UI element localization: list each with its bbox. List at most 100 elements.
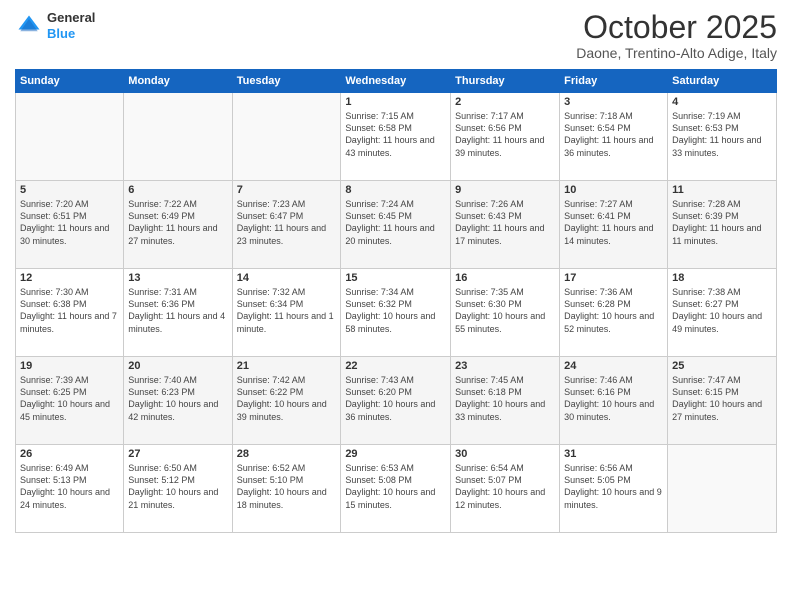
table-row: 30 Sunrise: 6:54 AM Sunset: 5:07 PM Dayli… [451,445,560,533]
header-thursday: Thursday [451,70,560,93]
week-row-4: 26 Sunrise: 6:49 AM Sunset: 5:13 PM Dayli… [16,445,777,533]
table-row: 6 Sunrise: 7:22 AM Sunset: 6:49 PM Daylig… [124,181,232,269]
table-row: 18 Sunrise: 7:38 AM Sunset: 6:27 PM Dayli… [668,269,777,357]
week-row-3: 19 Sunrise: 7:39 AM Sunset: 6:25 PM Dayli… [16,357,777,445]
table-row: 28 Sunrise: 6:52 AM Sunset: 5:10 PM Dayli… [232,445,341,533]
day-number: 6 [128,184,227,196]
header-saturday: Saturday [668,70,777,93]
calendar-table: Sunday Monday Tuesday Wednesday Thursday… [15,69,777,533]
table-row: 21Sunrise: 7:42 AM Sunset: 6:22 PM Dayli… [232,357,341,445]
day-info: Sunrise: 7:45 AM Sunset: 6:18 PM Dayligh… [455,374,555,423]
table-row: 2 Sunrise: 7:17 AM Sunset: 6:56 PM Daylig… [451,93,560,181]
day-number: 30 [455,448,555,460]
day-number: 18 [672,272,772,284]
day-info: Sunrise: 7:47 AM Sunset: 6:15 PM Dayligh… [672,374,772,423]
header-sunday: Sunday [16,70,124,93]
table-row: 26 Sunrise: 6:49 AM Sunset: 5:13 PM Dayli… [16,445,124,533]
day-number: 28 [237,448,337,460]
day-info: Sunrise: 7:20 AM Sunset: 6:51 PM Dayligh… [20,198,119,247]
day-number: 5 [20,184,119,196]
day-number: 10 [564,184,663,196]
day-number: 13 [128,272,227,284]
day-info: Sunrise: 7:18 AM Sunset: 6:54 PM Dayligh… [564,110,663,159]
table-row: 22 Sunrise: 7:43 AM Sunset: 6:20 PM Dayli… [341,357,451,445]
day-info: Sunrise: 7:36 AM Sunset: 6:28 PM Dayligh… [564,286,663,335]
day-number: 12 [20,272,119,284]
header-friday: Friday [560,70,668,93]
day-info: Sunrise: 7:17 AM Sunset: 6:56 PM Dayligh… [455,110,555,159]
day-number: 1 [345,96,446,108]
day-info: Sunrise: 7:23 AM Sunset: 6:47 PM Dayligh… [237,198,337,247]
header-tuesday: Tuesday [232,70,341,93]
table-row: 4Sunrise: 7:19 AM Sunset: 6:53 PM Daylig… [668,93,777,181]
logo: General Blue [15,10,95,41]
day-number: 4 [672,96,772,108]
table-row: 14Sunrise: 7:32 AM Sunset: 6:34 PM Dayli… [232,269,341,357]
table-row: 15Sunrise: 7:34 AM Sunset: 6:32 PM Dayli… [341,269,451,357]
table-row: 20Sunrise: 7:40 AM Sunset: 6:23 PM Dayli… [124,357,232,445]
title-block: October 2025 Daone, Trentino-Alto Adige,… [576,10,777,61]
day-info: Sunrise: 6:50 AM Sunset: 5:12 PM Dayligh… [128,462,227,511]
table-row: 8 Sunrise: 7:24 AM Sunset: 6:45 PM Daylig… [341,181,451,269]
day-info: Sunrise: 7:43 AM Sunset: 6:20 PM Dayligh… [345,374,446,423]
day-info: Sunrise: 7:15 AM Sunset: 6:58 PM Dayligh… [345,110,446,159]
day-number: 25 [672,360,772,372]
day-info: Sunrise: 7:38 AM Sunset: 6:27 PM Dayligh… [672,286,772,335]
table-row [16,93,124,181]
header-monday: Monday [124,70,232,93]
table-row: 24Sunrise: 7:46 AM Sunset: 6:16 PM Dayli… [560,357,668,445]
table-row: 10Sunrise: 7:27 AM Sunset: 6:41 PM Dayli… [560,181,668,269]
table-row: 25 Sunrise: 7:47 AM Sunset: 6:15 PM Dayli… [668,357,777,445]
header: General Blue October 2025 Daone, Trentin… [15,10,777,61]
table-row: 17 Sunrise: 7:36 AM Sunset: 6:28 PM Dayli… [560,269,668,357]
day-number: 3 [564,96,663,108]
table-row: 9Sunrise: 7:26 AM Sunset: 6:43 PM Daylig… [451,181,560,269]
day-info: Sunrise: 7:22 AM Sunset: 6:49 PM Dayligh… [128,198,227,247]
logo-icon [15,12,43,40]
day-info: Sunrise: 6:52 AM Sunset: 5:10 PM Dayligh… [237,462,337,511]
day-number: 7 [237,184,337,196]
day-info: Sunrise: 6:49 AM Sunset: 5:13 PM Dayligh… [20,462,119,511]
day-number: 27 [128,448,227,460]
day-info: Sunrise: 7:31 AM Sunset: 6:36 PM Dayligh… [128,286,227,335]
table-row: 12Sunrise: 7:30 AM Sunset: 6:38 PM Dayli… [16,269,124,357]
day-info: Sunrise: 7:46 AM Sunset: 6:16 PM Dayligh… [564,374,663,423]
day-info: Sunrise: 7:39 AM Sunset: 6:25 PM Dayligh… [20,374,119,423]
day-info: Sunrise: 7:42 AM Sunset: 6:22 PM Dayligh… [237,374,337,423]
day-info: Sunrise: 7:34 AM Sunset: 6:32 PM Dayligh… [345,286,446,335]
table-row: 5 Sunrise: 7:20 AM Sunset: 6:51 PM Daylig… [16,181,124,269]
table-row: 7 Sunrise: 7:23 AM Sunset: 6:47 PM Daylig… [232,181,341,269]
day-number: 26 [20,448,119,460]
week-row-0: 1 Sunrise: 7:15 AM Sunset: 6:58 PM Daylig… [16,93,777,181]
table-row [668,445,777,533]
day-info: Sunrise: 7:26 AM Sunset: 6:43 PM Dayligh… [455,198,555,247]
table-row: 3 Sunrise: 7:18 AM Sunset: 6:54 PM Daylig… [560,93,668,181]
page: General Blue October 2025 Daone, Trentin… [0,0,792,612]
week-row-2: 12Sunrise: 7:30 AM Sunset: 6:38 PM Dayli… [16,269,777,357]
day-number: 8 [345,184,446,196]
day-info: Sunrise: 7:35 AM Sunset: 6:30 PM Dayligh… [455,286,555,335]
logo-general: General [47,10,95,26]
day-info: Sunrise: 6:53 AM Sunset: 5:08 PM Dayligh… [345,462,446,511]
table-row: 29Sunrise: 6:53 AM Sunset: 5:08 PM Dayli… [341,445,451,533]
day-info: Sunrise: 6:54 AM Sunset: 5:07 PM Dayligh… [455,462,555,511]
day-number: 19 [20,360,119,372]
week-row-1: 5 Sunrise: 7:20 AM Sunset: 6:51 PM Daylig… [16,181,777,269]
table-row: 27 Sunrise: 6:50 AM Sunset: 5:12 PM Dayli… [124,445,232,533]
day-number: 2 [455,96,555,108]
table-row: 16 Sunrise: 7:35 AM Sunset: 6:30 PM Dayli… [451,269,560,357]
day-number: 17 [564,272,663,284]
day-number: 16 [455,272,555,284]
day-number: 23 [455,360,555,372]
day-info: Sunrise: 6:56 AM Sunset: 5:05 PM Dayligh… [564,462,663,511]
day-info: Sunrise: 7:32 AM Sunset: 6:34 PM Dayligh… [237,286,337,335]
day-number: 11 [672,184,772,196]
month-title: October 2025 [576,10,777,45]
day-info: Sunrise: 7:24 AM Sunset: 6:45 PM Dayligh… [345,198,446,247]
header-wednesday: Wednesday [341,70,451,93]
day-number: 22 [345,360,446,372]
day-info: Sunrise: 7:40 AM Sunset: 6:23 PM Dayligh… [128,374,227,423]
table-row: 11 Sunrise: 7:28 AM Sunset: 6:39 PM Dayli… [668,181,777,269]
table-row: 13 Sunrise: 7:31 AM Sunset: 6:36 PM Dayli… [124,269,232,357]
day-info: Sunrise: 7:28 AM Sunset: 6:39 PM Dayligh… [672,198,772,247]
